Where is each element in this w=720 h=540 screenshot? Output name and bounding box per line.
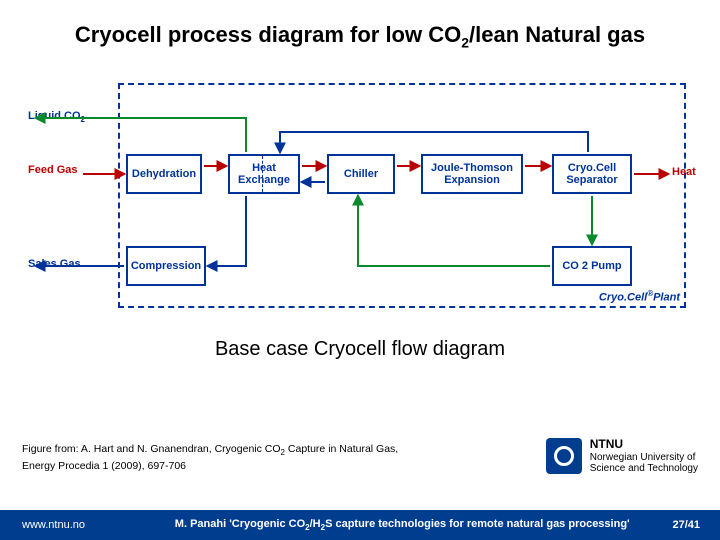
ntnu-acronym: NTNU [590,438,698,452]
footer-title-c: S capture technologies for remote natura… [325,518,630,530]
flow-hx-to-compression [208,196,246,266]
footer-title-a: M. Panahi 'Cryogenic CO [175,518,305,530]
flow-pump-to-chiller [358,196,550,266]
footer-page-number: 27/41 [672,519,700,531]
flow-arrows [28,78,692,316]
slide: Cryocell process diagram for low CO2/lea… [0,0,720,540]
citation-1a: Figure from: A. Hart and N. Gnanendran, … [22,443,281,455]
process-diagram: Cryo.Cell®Plant Liquid CO2 Feed Gas Sale… [28,78,692,316]
citation-1b: Capture in Natural Gas, [285,443,398,455]
footer-url: www.ntnu.no [22,519,132,531]
flow-hx-to-liquid-co2 [36,118,246,152]
figure-caption: Base case Cryocell flow diagram [0,338,720,361]
slide-title: Cryocell process diagram for low CO2/lea… [0,22,720,50]
footer-title: M. Panahi 'Cryogenic CO2/H2S capture tec… [132,518,672,532]
figure-citation: Figure from: A. Hart and N. Gnanendran, … [22,442,398,473]
ntnu-logo-icon [546,438,582,474]
ntnu-logo-text: NTNU Norwegian University of Science and… [590,438,698,475]
ntnu-line1: Norwegian University of [590,452,698,464]
footer-title-b: /H [310,518,321,530]
flow-separator-to-hx-return [280,132,588,152]
title-sub: 2 [461,34,469,50]
ntnu-logo-block: NTNU Norwegian University of Science and… [546,438,698,475]
title-text-a: Cryocell process diagram for low CO [75,22,461,47]
citation-2: Energy Procedia 1 (2009), 697-706 [22,460,186,472]
title-text-b: /lean Natural gas [469,22,645,47]
ntnu-line2: Science and Technology [590,463,698,475]
slide-footer: www.ntnu.no M. Panahi 'Cryogenic CO2/H2S… [0,510,720,540]
